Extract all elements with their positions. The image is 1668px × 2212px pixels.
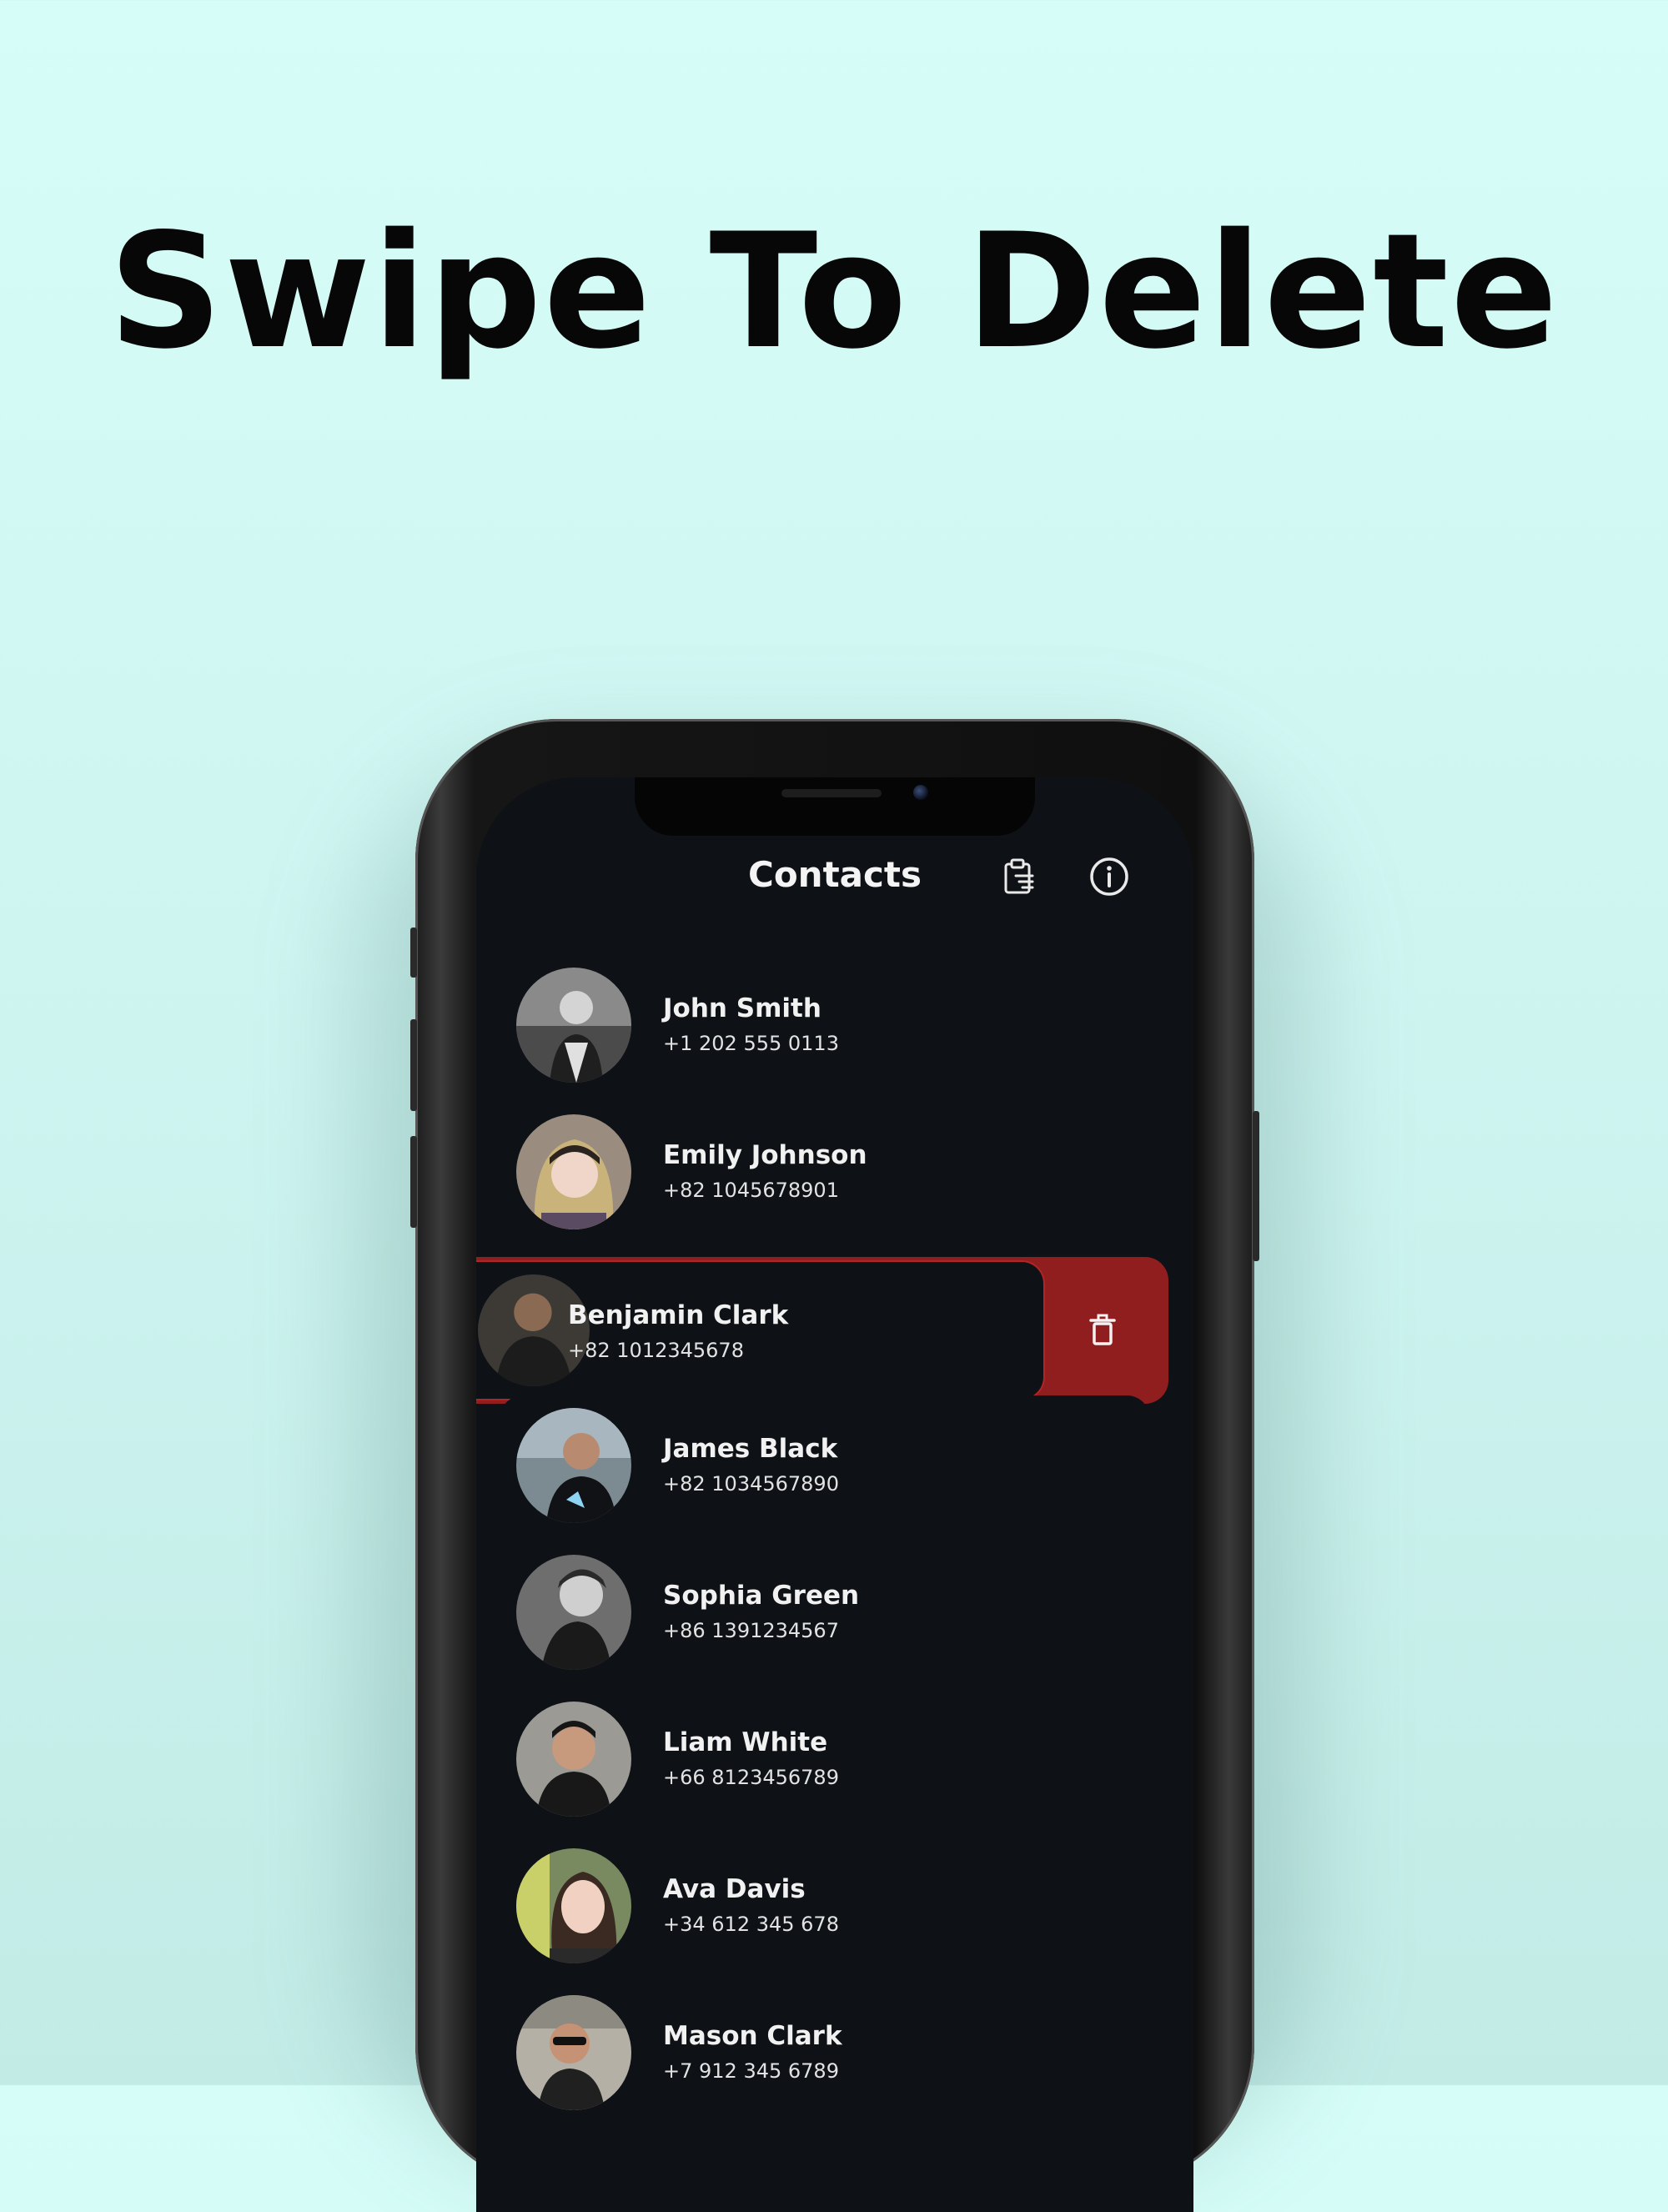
power-button xyxy=(1253,1111,1259,1261)
contact-phone: +7 912 345 6789 xyxy=(663,2059,839,2083)
contact-name: Emily Johnson xyxy=(663,1140,867,1170)
contact-name: Ava Davis xyxy=(663,1874,806,1904)
contact-phone: +82 1012345678 xyxy=(568,1339,744,1362)
contact-phone: +82 1045678901 xyxy=(663,1179,839,1202)
contact-name: Mason Clark xyxy=(663,2021,842,2051)
silent-switch xyxy=(410,928,417,978)
avatar xyxy=(516,1995,631,2110)
swiped-contact-row[interactable]: Benjamin Clark +82 1012345678 xyxy=(476,1257,1168,1404)
info-icon[interactable] xyxy=(1087,854,1132,899)
contact-name: James Black xyxy=(663,1434,838,1464)
contact-row[interactable]: Sophia Green +86 1391234567 xyxy=(500,1542,1150,1682)
avatar xyxy=(516,968,631,1083)
volume-down-button xyxy=(410,1136,417,1228)
clipboard-clear-icon[interactable] xyxy=(997,854,1042,899)
avatar xyxy=(516,1408,631,1523)
avatar xyxy=(516,1114,631,1229)
contact-phone: +66 8123456789 xyxy=(663,1766,839,1789)
contact-phone: +82 1034567890 xyxy=(663,1472,839,1496)
contact-row[interactable]: Ava Davis +34 612 345 678 xyxy=(500,1836,1150,1976)
volume-up-button xyxy=(410,1019,417,1111)
trash-icon[interactable] xyxy=(1081,1309,1124,1352)
contact-row[interactable]: Mason Clark +7 912 345 6789 xyxy=(500,1983,1150,2123)
contact-phone: +34 612 345 678 xyxy=(663,1913,839,1936)
phone-frame: Contacts John Smith +1 202 555 0113 Emil… xyxy=(410,719,1259,2212)
contact-name: Benjamin Clark xyxy=(568,1300,789,1330)
contact-row[interactable]: Liam White +66 8123456789 xyxy=(500,1689,1150,1829)
contact-name: Liam White xyxy=(663,1727,828,1757)
headline: Swipe To Delete xyxy=(108,199,1560,384)
notch xyxy=(635,777,1035,836)
avatar xyxy=(478,1274,590,1386)
page-title: Contacts xyxy=(748,854,922,895)
contact-name: John Smith xyxy=(663,993,821,1023)
avatar xyxy=(516,1702,631,1817)
contact-phone: +86 1391234567 xyxy=(663,1619,839,1642)
app-screen: Contacts John Smith +1 202 555 0113 Emil… xyxy=(476,777,1193,2212)
contact-row[interactable]: James Black +82 1034567890 xyxy=(500,1395,1150,1536)
avatar xyxy=(516,1848,631,1963)
speaker xyxy=(781,789,882,797)
swiped-contact-card[interactable]: Benjamin Clark +82 1012345678 xyxy=(476,1260,1045,1400)
contact-phone: +1 202 555 0113 xyxy=(663,1032,839,1055)
front-camera xyxy=(913,785,928,800)
avatar xyxy=(516,1555,631,1670)
contact-row[interactable]: John Smith +1 202 555 0113 xyxy=(500,955,1150,1095)
contact-name: Sophia Green xyxy=(663,1581,860,1611)
contact-row[interactable]: Emily Johnson +82 1045678901 xyxy=(500,1102,1150,1242)
